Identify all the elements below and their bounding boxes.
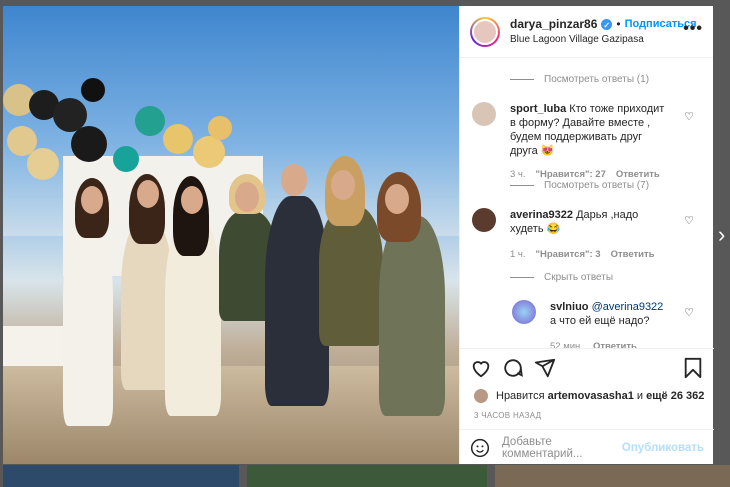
replies-line: [510, 79, 534, 80]
comment-username[interactable]: sport_luba: [510, 103, 566, 115]
more-options-icon[interactable]: •••: [683, 20, 703, 38]
person: [379, 216, 445, 416]
comment-input[interactable]: Добавьте комментарий...: [502, 436, 622, 460]
balloon: [208, 116, 232, 140]
reply-button[interactable]: Ответить: [611, 248, 655, 262]
next-post-chevron-icon[interactable]: ›: [718, 222, 725, 248]
balloon: [135, 106, 165, 136]
likes-count[interactable]: ещё 26 362: [646, 390, 704, 402]
comment: sport_luba Кто тоже приходит в форму? Да…: [472, 102, 702, 182]
likes-conj: и: [636, 390, 644, 402]
liker-avatar: [474, 389, 488, 403]
person-head: [137, 180, 159, 208]
person-head: [181, 186, 203, 214]
comment-text: а что ей ещё надо?: [550, 315, 650, 327]
likes-user[interactable]: artemovasasha1: [548, 390, 634, 402]
post-photo[interactable]: [3, 6, 459, 464]
person-head: [235, 182, 259, 212]
comment-emoji: 😻: [540, 145, 555, 157]
comment-mention[interactable]: @averina9322: [592, 301, 664, 313]
comment-likes[interactable]: "Нравится": 3: [536, 248, 601, 262]
like-comment-icon[interactable]: ♡: [684, 110, 694, 123]
likes-summary[interactable]: Нравится artemovasasha1 и ещё 26 362: [474, 389, 704, 403]
background-post-thumbnail: [3, 465, 239, 487]
replies-line: [510, 277, 534, 278]
comments-list[interactable]: Посмотреть ответы (1) sport_luba Кто тож…: [460, 58, 714, 348]
view-replies-button[interactable]: Посмотреть ответы (1): [510, 74, 649, 85]
view-replies-label: Посмотреть ответы (7): [544, 180, 650, 191]
add-comment-bar: Добавьте комментарий... Опубликовать: [460, 429, 714, 465]
person-head: [81, 186, 103, 214]
person: [63, 216, 113, 426]
comment-reply: svlniuo @averina9322 а что ей ещё надо? …: [512, 300, 702, 348]
post-actions: Нравится artemovasasha1 и ещё 26 362 3 Ч…: [460, 348, 714, 464]
balloon: [71, 126, 107, 162]
comment-avatar[interactable]: [472, 102, 496, 126]
like-icon[interactable]: [470, 357, 492, 379]
hide-replies-button[interactable]: Скрыть ответы: [510, 272, 613, 283]
person-head: [331, 170, 355, 200]
emoji-icon[interactable]: [470, 438, 490, 458]
comment-icon[interactable]: [502, 357, 524, 379]
comment-time[interactable]: 52 мин.: [550, 340, 583, 348]
author-username[interactable]: darya_pinzar86: [510, 17, 597, 32]
balloon: [27, 148, 59, 180]
comment-avatar[interactable]: [512, 300, 536, 324]
person: [319, 206, 383, 346]
verified-badge-icon: [601, 18, 613, 33]
likes-prefix: Нравится: [496, 390, 545, 402]
balloon: [193, 136, 225, 168]
balloon: [163, 124, 193, 154]
reply-button[interactable]: Ответить: [593, 340, 637, 348]
post-time[interactable]: 3 ЧАСОВ НАЗАД: [474, 411, 541, 420]
like-comment-icon[interactable]: ♡: [684, 306, 694, 319]
balloon: [113, 146, 139, 172]
background-post-thumbnail: [247, 465, 487, 487]
comment-username[interactable]: averina9322: [510, 209, 573, 221]
balloon: [81, 78, 105, 102]
publish-button[interactable]: Опубликовать: [622, 442, 704, 454]
comment-avatar[interactable]: [472, 208, 496, 232]
post-header: darya_pinzar86 • Подписаться Blue Lagoon…: [460, 6, 713, 58]
person-head: [385, 184, 409, 214]
hide-replies-label: Скрыть ответы: [544, 272, 614, 283]
comment: averina9322 Дарья ,надо худеть 😂 1 ч. "Н…: [472, 208, 702, 262]
background-post-thumbnail: [495, 465, 730, 487]
like-comment-icon[interactable]: ♡: [684, 214, 694, 227]
post-location[interactable]: Blue Lagoon Village Gazipasa: [510, 32, 697, 47]
author-avatar[interactable]: [470, 16, 500, 47]
bookmark-icon[interactable]: [682, 357, 704, 379]
comment-emoji: 😂: [546, 223, 561, 235]
person-head: [281, 164, 307, 196]
comment-username[interactable]: svlniuo: [550, 301, 589, 313]
separator-dot: •: [616, 16, 621, 31]
post-side-panel: darya_pinzar86 • Подписаться Blue Lagoon…: [459, 6, 714, 464]
view-replies-label: Посмотреть ответы (1): [544, 74, 650, 85]
comment-time[interactable]: 1 ч.: [510, 248, 526, 262]
replies-line: [510, 185, 534, 186]
view-replies-button[interactable]: Посмотреть ответы (7): [510, 180, 649, 191]
share-icon[interactable]: [534, 357, 556, 379]
